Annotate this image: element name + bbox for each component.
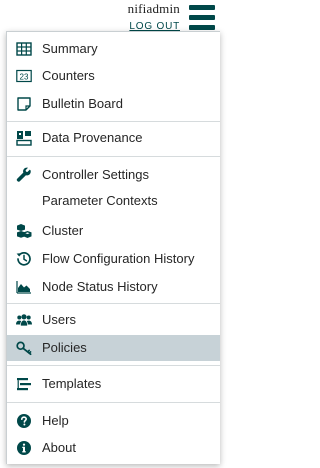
menu-separator (7, 402, 220, 403)
menu-item-controller-settings[interactable]: Controller Settings (7, 162, 220, 188)
menu-item-summary[interactable]: Summary (7, 36, 220, 62)
menu-separator (7, 365, 220, 366)
menu-separator (7, 303, 220, 304)
area-chart-icon (16, 281, 31, 294)
menu-item-templates[interactable]: Templates (7, 371, 220, 397)
hamburger-menu-icon[interactable] (188, 4, 216, 34)
menu-item-label: About (42, 440, 76, 455)
svg-text:23: 23 (20, 73, 29, 82)
menu-separator (7, 121, 220, 122)
menu-item-label: Users (42, 312, 76, 327)
menu-item-policies[interactable]: Policies (7, 335, 220, 361)
menu-separator (7, 156, 220, 157)
menu-item-parameter-contexts[interactable]: Parameter Contexts (7, 188, 220, 214)
menu-item-label: Bulletin Board (42, 96, 123, 111)
table-icon (16, 42, 32, 56)
info-circle-icon (17, 441, 31, 455)
menu-item-label: Help (42, 413, 69, 428)
menu-item-label: Counters (42, 68, 95, 83)
menu-item-flow-configuration-history[interactable]: Flow Configuration History (7, 246, 220, 272)
menu-item-label: Cluster (42, 223, 84, 238)
provenance-icon (16, 131, 32, 146)
cubes-icon (17, 224, 32, 238)
global-menu-dropdown: Summary 23 Counters Bulletin Board Data … (6, 31, 220, 464)
current-username: nifiadmin (127, 1, 180, 16)
menu-item-label: Flow Configuration History (42, 251, 195, 266)
menu-item-data-provenance[interactable]: Data Provenance (7, 125, 220, 151)
sticky-note-icon (17, 97, 31, 111)
key-icon (16, 341, 32, 356)
menu-item-counters[interactable]: 23 Counters (7, 63, 220, 89)
counter-icon: 23 (16, 69, 32, 83)
menu-item-label: Controller Settings (42, 167, 149, 182)
menu-item-label: Templates (42, 376, 102, 391)
menu-item-label: Data Provenance (42, 130, 143, 145)
menu-item-cluster[interactable]: Cluster (7, 218, 220, 244)
menu-item-about[interactable]: About (7, 435, 220, 461)
menu-item-label: Summary (42, 41, 98, 56)
menu-item-users[interactable]: Users (7, 307, 220, 333)
history-icon (16, 251, 31, 266)
wrench-icon (16, 167, 31, 182)
question-circle-icon (17, 414, 31, 428)
menu-item-node-status-history[interactable]: Node Status History (7, 274, 220, 300)
templates-icon (17, 378, 31, 391)
menu-item-label: Node Status History (42, 279, 158, 294)
menu-item-help[interactable]: Help (7, 408, 220, 434)
users-icon (16, 314, 32, 326)
menu-item-label: Parameter Contexts (42, 193, 158, 208)
menu-item-label: Policies (42, 340, 87, 355)
menu-item-bulletin-board[interactable]: Bulletin Board (7, 91, 220, 117)
